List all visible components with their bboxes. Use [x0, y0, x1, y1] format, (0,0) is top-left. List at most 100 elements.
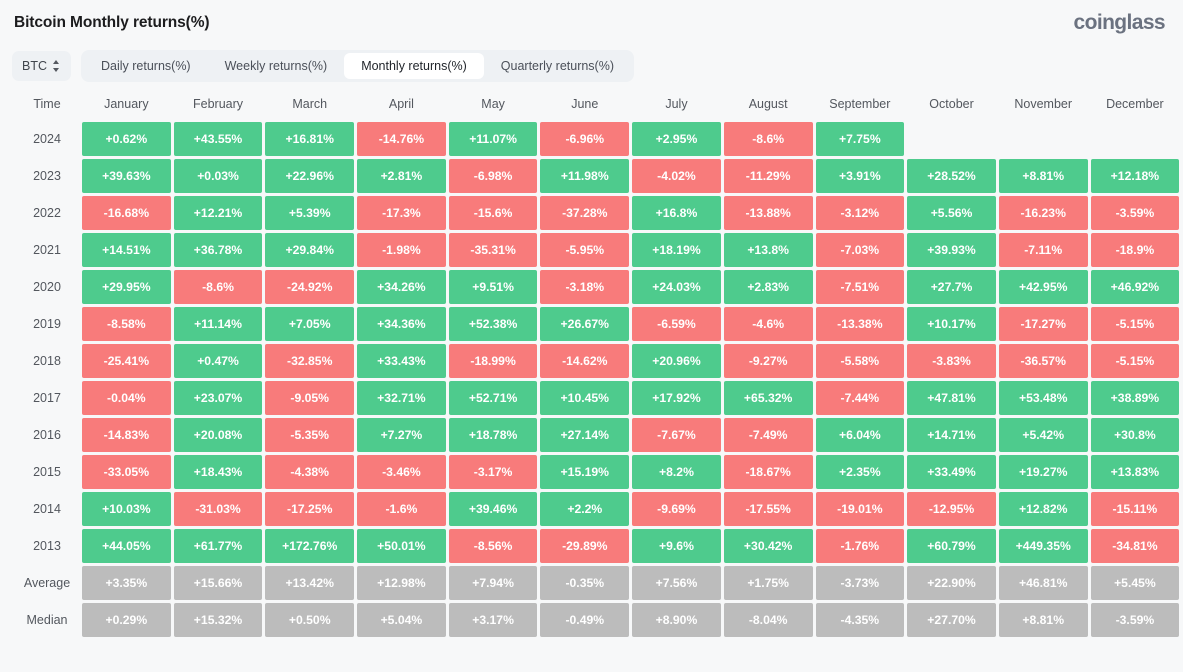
return-cell[interactable]: +1.75% [723, 566, 813, 600]
return-cell[interactable]: -8.6% [173, 270, 263, 304]
return-cell[interactable]: -25.41% [82, 344, 171, 378]
return-cell[interactable]: +8.90% [632, 603, 721, 637]
return-cell[interactable]: +50.01% [357, 529, 446, 563]
return-cell[interactable]: -4.02% [632, 159, 721, 193]
return-cell[interactable]: -18.99% [448, 344, 538, 378]
return-cell[interactable]: -16.68% [82, 196, 171, 230]
return-cell[interactable]: +33.49% [907, 455, 996, 489]
return-cell[interactable]: +36.78% [173, 233, 263, 267]
return-cell[interactable]: +43.55% [173, 122, 263, 156]
return-cell[interactable]: +65.32% [723, 381, 813, 415]
return-cell[interactable]: +5.56% [907, 196, 996, 230]
return-cell[interactable]: +46.81% [998, 566, 1088, 600]
return-cell[interactable]: -18.9% [1090, 233, 1180, 267]
return-cell[interactable]: +27.14% [540, 418, 630, 452]
return-cell[interactable]: -24.92% [265, 270, 355, 304]
return-cell[interactable]: -12.95% [907, 492, 996, 526]
return-cell[interactable]: +8.2% [632, 455, 721, 489]
return-cell[interactable]: -14.76% [357, 122, 446, 156]
return-cell[interactable]: -6.98% [448, 159, 538, 193]
return-cell[interactable]: -5.95% [540, 233, 630, 267]
return-cell[interactable]: +22.90% [907, 566, 996, 600]
return-cell[interactable]: +0.50% [265, 603, 355, 637]
return-cell[interactable]: +20.96% [632, 344, 721, 378]
return-cell[interactable]: +8.81% [998, 603, 1088, 637]
return-cell[interactable]: +172.76% [265, 529, 355, 563]
return-cell[interactable]: -1.6% [357, 492, 446, 526]
return-cell[interactable]: +9.51% [448, 270, 538, 304]
return-cell[interactable]: +7.75% [815, 122, 905, 156]
return-cell[interactable]: -9.27% [723, 344, 813, 378]
return-cell[interactable]: -19.01% [815, 492, 905, 526]
return-cell[interactable]: +16.81% [265, 122, 355, 156]
return-cell[interactable]: -8.58% [82, 307, 171, 341]
return-cell[interactable]: +2.95% [632, 122, 721, 156]
return-cell[interactable]: +5.45% [1090, 566, 1180, 600]
return-cell[interactable]: +10.45% [540, 381, 630, 415]
return-cell[interactable]: +46.92% [1090, 270, 1180, 304]
return-cell[interactable]: -4.35% [815, 603, 905, 637]
return-cell[interactable]: -3.59% [1090, 603, 1180, 637]
return-cell[interactable]: +2.83% [723, 270, 813, 304]
return-cell[interactable]: +28.52% [907, 159, 996, 193]
tab-daily-returns[interactable]: Daily returns(%) [84, 53, 208, 79]
return-cell[interactable]: -1.98% [357, 233, 446, 267]
return-cell[interactable]: -16.23% [998, 196, 1088, 230]
return-cell[interactable]: +449.35% [998, 529, 1088, 563]
return-cell[interactable]: +3.91% [815, 159, 905, 193]
return-cell[interactable]: -11.29% [723, 159, 813, 193]
return-cell[interactable]: -15.11% [1090, 492, 1180, 526]
return-cell[interactable]: -6.96% [540, 122, 630, 156]
return-cell[interactable]: +12.18% [1090, 159, 1180, 193]
return-cell[interactable]: +53.48% [998, 381, 1088, 415]
tab-quarterly-returns[interactable]: Quarterly returns(%) [484, 53, 631, 79]
return-cell[interactable]: +29.84% [265, 233, 355, 267]
return-cell[interactable]: +14.71% [907, 418, 996, 452]
return-cell[interactable]: +30.42% [723, 529, 813, 563]
return-cell[interactable]: -3.73% [815, 566, 905, 600]
return-cell[interactable]: +10.03% [82, 492, 171, 526]
return-cell[interactable]: +32.71% [357, 381, 446, 415]
return-cell[interactable]: -5.15% [1090, 307, 1180, 341]
return-cell[interactable]: +13.42% [265, 566, 355, 600]
return-cell[interactable]: +13.83% [1090, 455, 1180, 489]
return-cell[interactable]: -31.03% [173, 492, 263, 526]
return-cell[interactable]: +7.05% [265, 307, 355, 341]
return-cell[interactable]: +11.07% [448, 122, 538, 156]
return-cell[interactable]: -29.89% [540, 529, 630, 563]
return-cell[interactable]: +18.43% [173, 455, 263, 489]
return-cell[interactable]: -6.59% [632, 307, 721, 341]
return-cell[interactable]: +11.98% [540, 159, 630, 193]
return-cell[interactable]: +52.38% [448, 307, 538, 341]
return-cell[interactable]: +10.17% [907, 307, 996, 341]
return-cell[interactable]: +44.05% [82, 529, 171, 563]
return-cell[interactable]: -13.88% [723, 196, 813, 230]
return-cell[interactable]: +12.98% [357, 566, 446, 600]
return-cell[interactable]: +15.66% [173, 566, 263, 600]
return-cell[interactable]: -18.67% [723, 455, 813, 489]
return-cell[interactable]: +39.46% [448, 492, 538, 526]
return-cell[interactable]: +27.70% [907, 603, 996, 637]
return-cell[interactable]: +6.04% [815, 418, 905, 452]
return-cell[interactable]: -3.83% [907, 344, 996, 378]
return-cell[interactable]: +3.17% [448, 603, 538, 637]
return-cell[interactable]: +3.35% [82, 566, 171, 600]
return-cell[interactable]: -14.62% [540, 344, 630, 378]
return-cell[interactable]: -4.6% [723, 307, 813, 341]
return-cell[interactable]: +52.71% [448, 381, 538, 415]
return-cell[interactable]: -3.18% [540, 270, 630, 304]
return-cell[interactable]: -3.59% [1090, 196, 1180, 230]
return-cell[interactable]: -1.76% [815, 529, 905, 563]
return-cell[interactable]: +14.51% [82, 233, 171, 267]
return-cell[interactable]: -7.51% [815, 270, 905, 304]
return-cell[interactable]: +20.08% [173, 418, 263, 452]
tab-monthly-returns[interactable]: Monthly returns(%) [344, 53, 484, 79]
return-cell[interactable]: -36.57% [998, 344, 1088, 378]
tab-weekly-returns[interactable]: Weekly returns(%) [208, 53, 345, 79]
return-cell[interactable] [907, 122, 996, 156]
return-cell[interactable]: -7.44% [815, 381, 905, 415]
return-cell[interactable]: +33.43% [357, 344, 446, 378]
return-cell[interactable]: +61.77% [173, 529, 263, 563]
return-cell[interactable]: +30.8% [1090, 418, 1180, 452]
return-cell[interactable] [1091, 122, 1180, 156]
